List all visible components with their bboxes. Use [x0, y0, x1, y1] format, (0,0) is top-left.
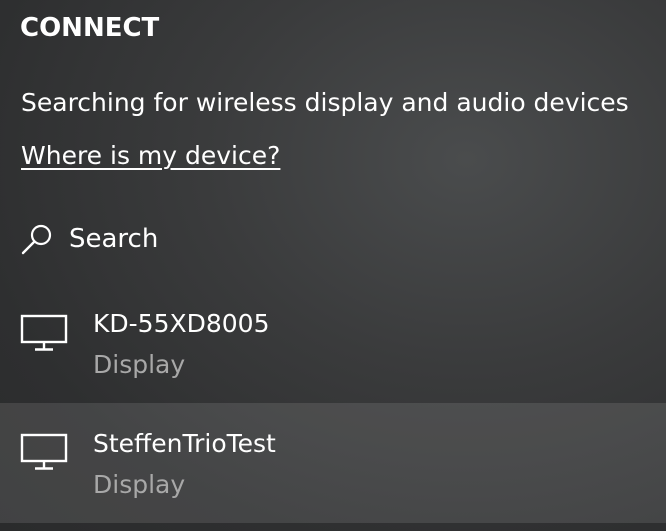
connect-panel: CONNECT Searching for wireless display a… — [0, 0, 666, 531]
where-is-my-device-link[interactable]: Where is my device? — [21, 136, 280, 176]
monitor-icon — [20, 433, 68, 473]
page-title: CONNECT — [20, 13, 160, 43]
monitor-icon — [20, 314, 68, 354]
device-name: SteffenTrioTest — [93, 429, 276, 458]
search-label: Search — [69, 224, 159, 254]
search-icon — [20, 221, 56, 257]
search-button[interactable]: Search — [20, 217, 320, 261]
search-status-text: Searching for wireless display and audio… — [21, 88, 629, 117]
device-type: Display — [93, 350, 186, 379]
device-type: Display — [93, 470, 186, 499]
device-item-selected[interactable]: SteffenTrioTest Display — [0, 403, 666, 523]
device-name: KD-55XD8005 — [93, 309, 270, 338]
device-item[interactable]: KD-55XD8005 Display — [0, 290, 666, 408]
